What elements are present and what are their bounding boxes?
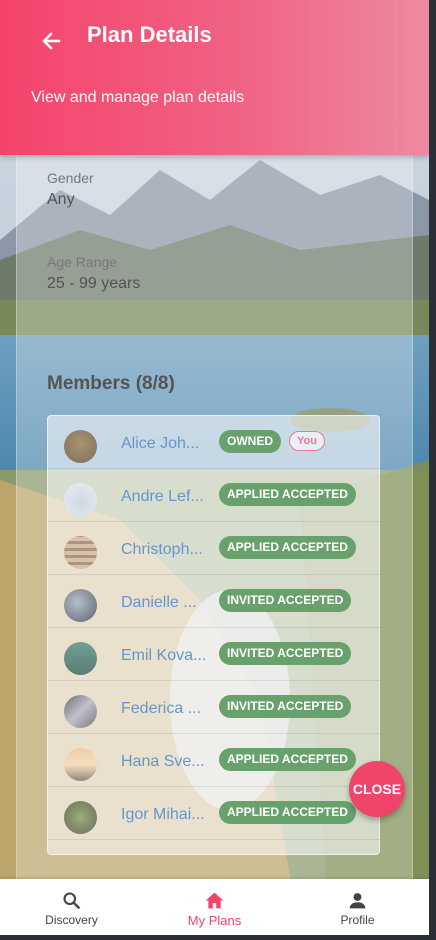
nav-item-discovery[interactable]: Discovery — [0, 879, 143, 935]
nav-item-profile[interactable]: Profile — [286, 879, 429, 935]
nav-label-discovery: Discovery — [45, 913, 98, 927]
bottom-navigation: Discovery My Plans Profile — [0, 879, 429, 935]
nav-item-my-plans[interactable]: My Plans — [143, 879, 286, 935]
page-subtitle: View and manage plan details — [31, 89, 245, 106]
search-icon — [63, 892, 81, 910]
arrow-left-icon — [42, 32, 61, 50]
app-header: Plan Details View and manage plan detail… — [0, 0, 429, 155]
close-button[interactable]: CLOSE — [349, 761, 405, 817]
page-title: Plan Details — [87, 22, 212, 47]
home-icon — [205, 892, 224, 909]
person-icon — [349, 893, 366, 909]
nav-label-my-plans: My Plans — [187, 913, 242, 928]
back-button[interactable] — [36, 26, 66, 56]
app-screen: Gender Any Age Range 25 - 99 years Membe… — [0, 0, 429, 935]
details-panel — [16, 155, 413, 879]
nav-label-profile: Profile — [340, 913, 375, 927]
